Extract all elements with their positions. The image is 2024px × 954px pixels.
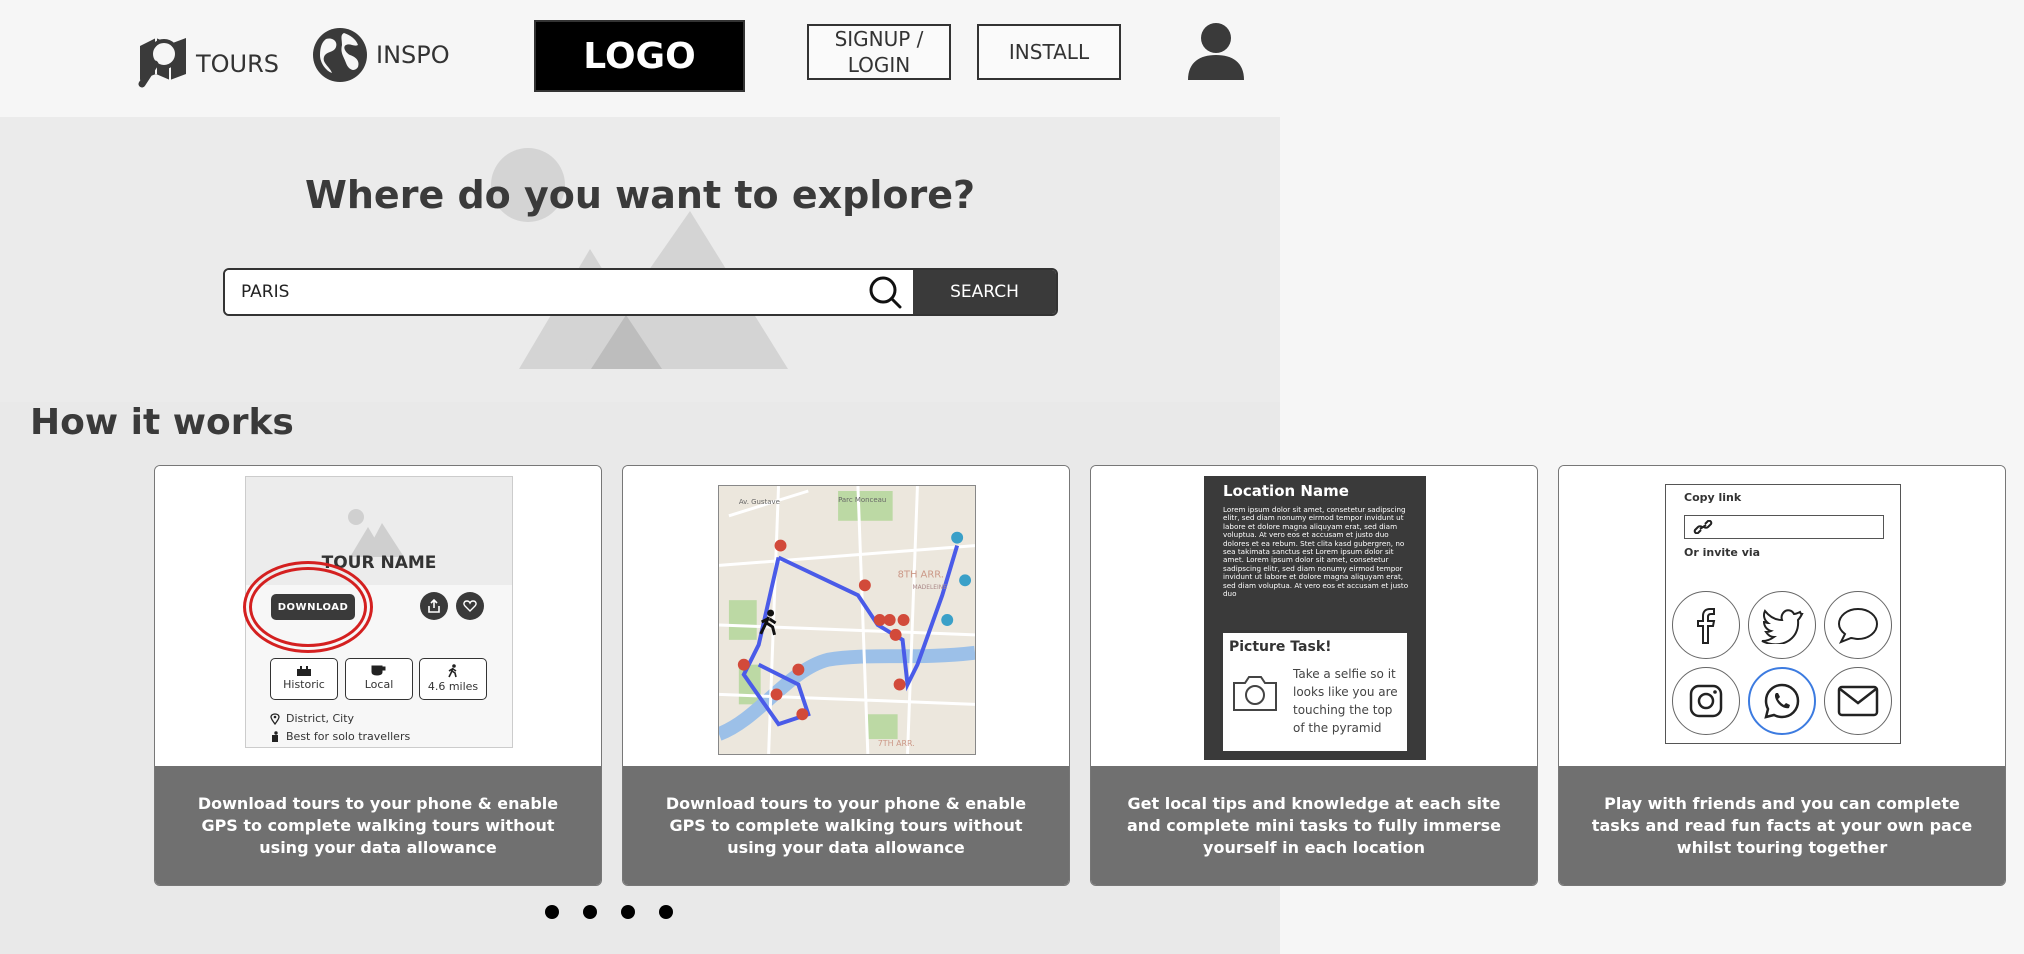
- camera-icon: [1233, 676, 1277, 711]
- card-caption: Play with friends and you can complete t…: [1559, 766, 2005, 885]
- search-button[interactable]: SEARCH: [913, 270, 1056, 314]
- user-icon[interactable]: [1186, 22, 1246, 82]
- tag-historic: Historic: [270, 658, 338, 700]
- tour-card-mockup: TOUR NAME DOWNLOAD Historic Local 4.6 mi…: [243, 476, 513, 748]
- hero-title: Where do you want to explore?: [304, 173, 976, 217]
- tag-label: Local: [364, 678, 394, 691]
- tag-label: 4.6 miles: [427, 680, 479, 693]
- signup-login-button[interactable]: SIGNUP / LOGIN: [807, 24, 951, 80]
- twitter-icon[interactable]: [1748, 591, 1816, 659]
- hero-section: Where do you want to explore? SEARCH: [0, 117, 1280, 402]
- carousel-dot[interactable]: [659, 905, 673, 919]
- svg-text:MADELEINE: MADELEINE: [912, 584, 947, 591]
- link-icon: [1693, 520, 1713, 534]
- card-illustration: TOUR NAME DOWNLOAD Historic Local 4.6 mi…: [155, 466, 601, 766]
- location-pin-icon: [270, 712, 280, 725]
- invite-via-label: Or invite via: [1684, 546, 1761, 559]
- how-card-tips[interactable]: Location Name Lorem ipsum dolor sit amet…: [1090, 465, 1538, 886]
- location-description: Lorem ipsum dolor sit amet, consetetur s…: [1223, 505, 1409, 599]
- coffee-icon: [371, 665, 386, 676]
- svg-text:Av. Gustave: Av. Gustave: [739, 498, 780, 506]
- install-button[interactable]: INSTALL: [977, 24, 1121, 80]
- location-name: Location Name: [1223, 482, 1349, 500]
- location-mockup: Location Name Lorem ipsum dolor sit amet…: [1204, 476, 1426, 760]
- walking-icon: [448, 664, 457, 678]
- share-icon[interactable]: [420, 592, 448, 620]
- nav-inspo[interactable]: INSPO: [312, 27, 450, 83]
- card-illustration: Av. Gustave Parc Monceau 8TH ARR. MADELE…: [623, 466, 1069, 766]
- how-card-friends[interactable]: Copy link Or invite via Play with friend…: [1558, 465, 2006, 886]
- svg-text:Parc Monceau: Parc Monceau: [838, 496, 886, 504]
- instagram-icon[interactable]: [1672, 667, 1740, 735]
- section-title: How it works: [30, 402, 294, 443]
- heart-icon[interactable]: [456, 592, 484, 620]
- nav-tours-label: TOURS: [196, 50, 280, 78]
- carousel-dot[interactable]: [545, 905, 559, 919]
- castle-icon: [297, 666, 311, 676]
- tour-best-for: Best for solo travellers: [270, 730, 410, 743]
- tag-label: Historic: [283, 678, 325, 691]
- copy-link-field[interactable]: [1684, 515, 1884, 539]
- card-caption: Download tours to your phone & enable GP…: [155, 766, 601, 885]
- picture-task: Picture Task! Take a selfie so it looks …: [1223, 633, 1407, 751]
- carousel-dot[interactable]: [583, 905, 597, 919]
- carousel-dot[interactable]: [621, 905, 635, 919]
- copy-link-label: Copy link: [1684, 491, 1742, 504]
- card-illustration: Copy link Or invite via: [1559, 466, 2005, 766]
- svg-text:7TH ARR.: 7TH ARR.: [878, 739, 915, 748]
- card-illustration: Location Name Lorem ipsum dolor sit amet…: [1091, 466, 1537, 766]
- share-mockup: Copy link Or invite via: [1665, 484, 1901, 744]
- whatsapp-icon[interactable]: [1748, 667, 1816, 735]
- search-bar: SEARCH: [223, 268, 1058, 316]
- route-map: Av. Gustave Parc Monceau 8TH ARR. MADELE…: [718, 485, 976, 755]
- globe-icon: [313, 28, 367, 82]
- tour-location: District, City: [270, 712, 354, 725]
- nav-inspo-label: INSPO: [376, 41, 450, 69]
- how-card-map[interactable]: Av. Gustave Parc Monceau 8TH ARR. MADELE…: [622, 465, 1070, 886]
- facebook-icon[interactable]: [1672, 591, 1740, 659]
- traveller-icon: [272, 730, 278, 742]
- svg-text:8TH ARR.: 8TH ARR.: [898, 569, 944, 580]
- tag-distance: 4.6 miles: [419, 658, 487, 700]
- mail-icon[interactable]: [1824, 667, 1892, 735]
- search-icon[interactable]: [857, 270, 913, 314]
- search-input[interactable]: [225, 270, 857, 314]
- header-bar: TOURS INSPO LOGO SIGNUP / LOGIN INSTALL: [0, 0, 2024, 117]
- carousel-dots: [545, 905, 697, 919]
- task-title: Picture Task!: [1229, 639, 1332, 655]
- how-card-download[interactable]: TOUR NAME DOWNLOAD Historic Local 4.6 mi…: [154, 465, 602, 886]
- logo[interactable]: LOGO: [534, 20, 745, 92]
- chat-bubble-icon[interactable]: [1824, 591, 1892, 659]
- card-caption: Get local tips and knowledge at each sit…: [1091, 766, 1537, 885]
- map-magnifier-icon: [138, 38, 186, 88]
- tag-local: Local: [345, 658, 413, 700]
- nav-tours[interactable]: TOURS: [136, 30, 279, 88]
- card-caption: Download tours to your phone & enable GP…: [623, 766, 1069, 885]
- mountain-placeholder-icon: [491, 148, 788, 369]
- download-button[interactable]: DOWNLOAD: [271, 594, 355, 620]
- task-description: Take a selfie so it looks like you are t…: [1293, 667, 1398, 735]
